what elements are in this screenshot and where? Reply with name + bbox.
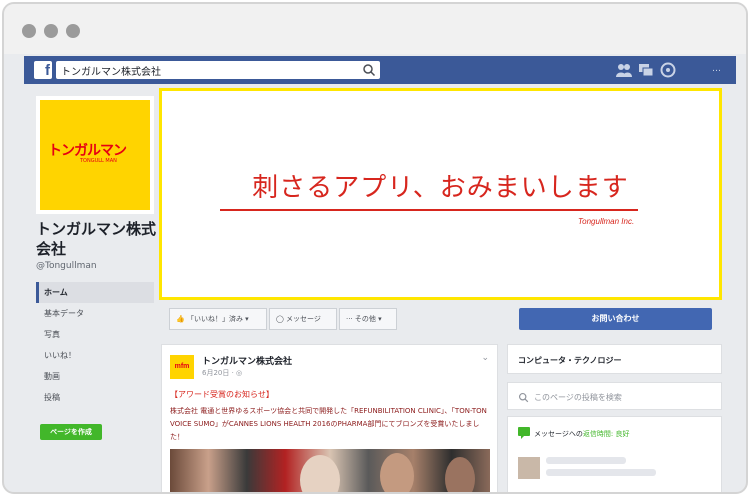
- post-body: 株式会社 電通と世界ゆるスポーツ協会と共同で開発した「REFUNBILITATI…: [170, 407, 487, 441]
- friend-requests-icon[interactable]: [616, 62, 632, 78]
- globe-icon[interactable]: [660, 62, 676, 78]
- profile-picture[interactable]: トンガルマン TONGULL MAN: [36, 96, 154, 214]
- facebook-top-bar: f トンガルマン株式会社 …: [24, 56, 736, 84]
- post-heading: 【アワード受賞のお知らせ】: [170, 390, 274, 399]
- brand-logo: トンガルマン TONGULL MAN: [40, 100, 150, 210]
- post-avatar[interactable]: mfm: [170, 355, 194, 379]
- photo-person: [300, 455, 340, 492]
- page-nav: ホーム 基本データ 写真 いいね！ 動画 投稿: [36, 282, 154, 408]
- post-search-input[interactable]: このページの投稿を検索: [518, 391, 711, 405]
- nav-item-videos[interactable]: 動画: [36, 366, 154, 387]
- search-icon: [518, 392, 529, 403]
- friend-like-text-blurred: [546, 457, 626, 464]
- friend-avatar[interactable]: [518, 457, 540, 479]
- liked-button-label: 「いいね！」済み ▾: [186, 315, 249, 323]
- cover-photo[interactable]: 刺さるアプリ、おみまいします Tongullman Inc.: [159, 88, 722, 300]
- response-time-value: 返信時間: 良好: [582, 430, 630, 438]
- account-menu[interactable]: …: [712, 64, 721, 74]
- post-search-card: このページの投稿を検索: [507, 382, 722, 410]
- response-time-prefix: メッセージへの: [534, 430, 583, 438]
- post-photo[interactable]: [170, 449, 490, 492]
- window-dot-icon[interactable]: [44, 24, 58, 38]
- window-chrome: [4, 4, 746, 54]
- search-value: トンガルマン株式会社: [61, 67, 161, 78]
- nav-item-about[interactable]: 基本データ: [36, 303, 154, 324]
- message-response-card: メッセージへの返信時間: 良好: [507, 416, 722, 492]
- page-actions-bar: 👍 「いいね！」済み ▾ ◯ メッセージ ··· その他 ▾ お問い合わせ: [159, 304, 722, 334]
- response-time-text: メッセージへの返信時間: 良好: [534, 429, 629, 439]
- search-input[interactable]: トンガルマン株式会社: [56, 61, 380, 79]
- create-page-button[interactable]: ページを作成: [40, 424, 102, 440]
- category-card: コンピュータ・テクノロジー: [507, 344, 722, 374]
- logo-subtext: TONGULL MAN: [80, 158, 117, 164]
- category-title[interactable]: コンピュータ・テクノロジー: [518, 355, 622, 366]
- message-button[interactable]: ◯ メッセージ: [269, 308, 337, 330]
- search-icon[interactable]: [362, 63, 376, 77]
- window-dot-icon[interactable]: [66, 24, 80, 38]
- cover-brand: Tongullman Inc.: [578, 217, 635, 226]
- liked-button[interactable]: 👍 「いいね！」済み ▾: [169, 308, 267, 330]
- more-button[interactable]: ··· その他 ▾: [339, 308, 397, 330]
- chat-bubble-icon: [518, 427, 530, 439]
- facebook-logo-icon[interactable]: f: [34, 61, 52, 79]
- nav-item-home[interactable]: ホーム: [36, 282, 154, 303]
- browser-window: f トンガルマン株式会社 … トンガルマン TONGULL MAN トンガルマン…: [2, 2, 748, 494]
- friend-like-text-blurred: [546, 469, 656, 476]
- post-search-placeholder: このページの投稿を検索: [534, 393, 622, 402]
- chevron-down-icon[interactable]: ⌄: [481, 353, 489, 363]
- messages-icon[interactable]: [638, 62, 654, 78]
- contact-us-button[interactable]: お問い合わせ: [519, 308, 712, 330]
- photo-person: [380, 453, 414, 492]
- photo-person: [445, 457, 475, 492]
- nav-item-likes[interactable]: いいね！: [36, 345, 154, 366]
- post-date[interactable]: 6月20日 · ◎: [202, 368, 242, 378]
- thumbs-up-icon: 👍: [176, 315, 185, 323]
- nav-item-posts[interactable]: 投稿: [36, 387, 154, 408]
- logo-text: トンガルマン: [48, 142, 127, 158]
- cover-underline: [220, 209, 638, 211]
- page-handle[interactable]: @Tongullman: [36, 261, 97, 271]
- nav-item-photos[interactable]: 写真: [36, 324, 154, 345]
- post-author[interactable]: トンガルマン株式会社: [202, 354, 292, 367]
- cover-headline: 刺さるアプリ、おみまいします: [252, 173, 629, 203]
- window-dot-icon[interactable]: [22, 24, 36, 38]
- page-title: トンガルマン株式会社: [36, 220, 157, 258]
- post-card: mfm トンガルマン株式会社 6月20日 · ◎ ⌄ 【アワード受賞のお知らせ】…: [161, 344, 498, 492]
- page-left-column: トンガルマン TONGULL MAN トンガルマン株式会社 @Tongullma…: [24, 84, 159, 492]
